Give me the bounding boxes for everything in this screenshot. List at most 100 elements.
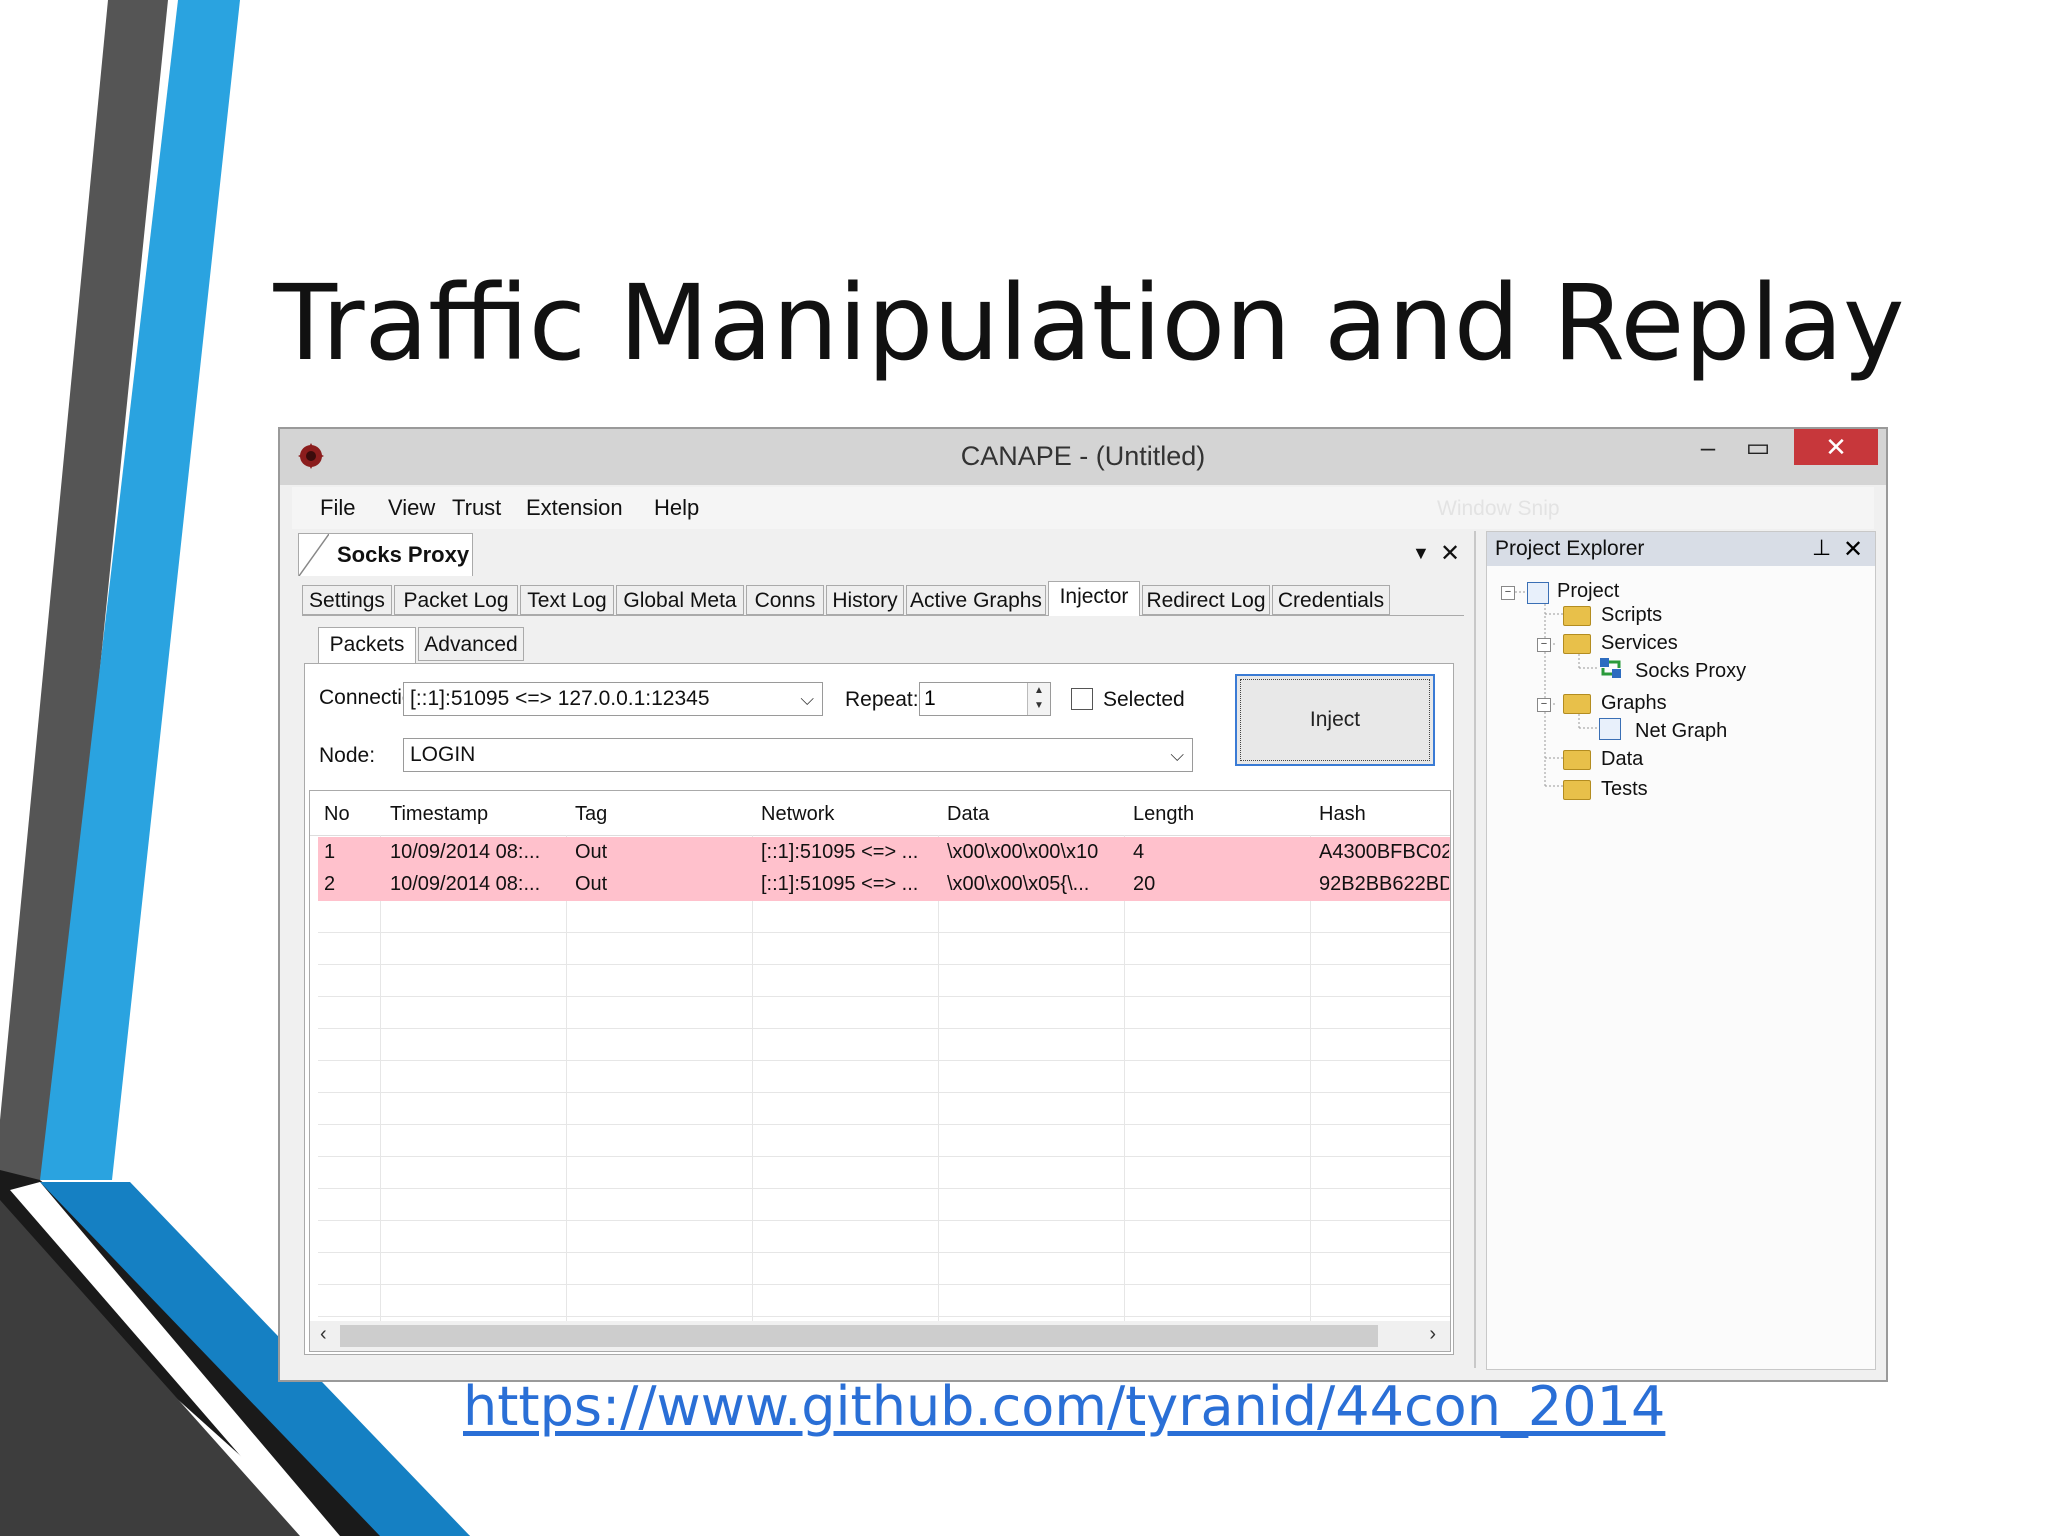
repeat-stepper[interactable]: 1 ▲ ▼ [919,682,1051,716]
empty-row [318,1285,1450,1317]
slide-title: Traffic Manipulation and Replay [273,262,1905,384]
cell-data: \x00\x00\x05{\... [947,873,1090,895]
scrollbar-thumb[interactable] [340,1325,1378,1347]
tab-redirect-log[interactable]: Redirect Log [1142,585,1270,615]
collapse-services-icon[interactable]: − [1537,638,1551,652]
empty-row [318,997,1450,1029]
chevron-down-icon: ⌵ [800,689,814,709]
node-select[interactable]: LOGIN ⌵ [403,738,1193,772]
open-folder-icon [1563,634,1591,654]
menu-bar: File View Trust Extension Help Window Sn… [292,487,1874,529]
table-row[interactable]: 1 10/09/2014 08:... Out [::1]:51095 <=> … [318,837,1450,869]
folder-icon [1563,780,1591,800]
tree-item-socks-proxy[interactable]: Socks Proxy [1635,660,1746,683]
repeat-value: 1 [924,687,936,710]
cell-hash: A4300BFBC02 [1319,841,1449,863]
column-header-hash[interactable]: Hash [1319,803,1366,826]
document-tabstrip: Settings Packet Log Text Log Global Meta… [302,581,1464,616]
pin-icon[interactable]: ⊥ [1812,535,1831,561]
cell-timestamp: 10/09/2014 08:... [390,841,541,863]
subtab-advanced[interactable]: Advanced [418,627,524,661]
tree-item-graphs[interactable]: Graphs [1601,692,1667,715]
connection-select[interactable]: [::1]:51095 <=> 127.0.0.1:12345 ⌵ [403,682,823,716]
cell-tag: Out [575,841,608,863]
stepper-arrows-icon[interactable]: ▲ ▼ [1027,683,1050,715]
scroll-left-icon[interactable]: ‹ [320,1323,327,1346]
menu-view[interactable]: View [388,495,435,521]
github-link[interactable]: https://www.github.com/tyranid/44con_201… [463,1375,1665,1438]
tree-item-net-graph[interactable]: Net Graph [1635,720,1727,743]
tab-global-meta[interactable]: Global Meta [616,585,744,615]
socks-proxy-document-tab[interactable]: Socks Proxy [298,533,473,576]
cell-tag: Out [575,873,608,895]
tab-credentials[interactable]: Credentials [1272,585,1390,615]
empty-row [318,1029,1450,1061]
node-label: Node: [319,744,376,767]
inject-button[interactable]: Inject [1235,674,1435,766]
column-header-timestamp[interactable]: Timestamp [390,803,488,826]
pane-dropdown-icon[interactable]: ▼ [1412,543,1430,564]
node-value: LOGIN [410,743,476,766]
socks-proxy-icon [1600,658,1621,678]
tab-packet-log[interactable]: Packet Log [394,585,518,615]
cell-network: [::1]:51095 <=> ... [761,841,919,863]
maximize-button[interactable]: ▭ [1730,429,1786,465]
collapse-project-icon[interactable]: − [1501,586,1515,600]
selected-checkbox[interactable] [1071,688,1093,710]
tree-item-services[interactable]: Services [1601,632,1678,655]
title-bar: CANAPE - (Untitled) – ▭ ✕ [280,429,1886,485]
empty-row [318,1221,1450,1253]
cell-network: [::1]:51095 <=> ... [761,873,919,895]
grid-header: No Timestamp Tag Network Data Length Has… [310,791,1450,836]
open-folder-icon [1563,694,1591,714]
close-icon[interactable]: ✕ [1843,535,1863,564]
tab-text-log[interactable]: Text Log [520,585,614,615]
menu-trust[interactable]: Trust [452,495,501,521]
menu-extension[interactable]: Extension [526,495,623,521]
empty-row [318,901,1450,933]
cell-timestamp: 10/09/2014 08:... [390,873,541,895]
tree-item-project[interactable]: Project [1557,580,1619,603]
table-row[interactable]: 2 10/09/2014 08:... Out [::1]:51095 <=> … [318,869,1450,901]
project-explorer-title: Project Explorer [1495,537,1645,560]
subtab-packets[interactable]: Packets [318,627,416,664]
tab-history[interactable]: History [826,585,904,615]
close-window-button[interactable]: ✕ [1794,429,1878,465]
tree-item-tests[interactable]: Tests [1601,778,1648,801]
scroll-right-icon[interactable]: › [1429,1323,1436,1346]
packets-subpanel: Connection: [::1]:51095 <=> 127.0.0.1:12… [304,663,1454,1355]
tab-injector[interactable]: Injector [1048,581,1140,616]
tree-item-data[interactable]: Data [1601,748,1643,771]
empty-row [318,1093,1450,1125]
document-tab-label: Socks Proxy [337,542,470,567]
selected-label: Selected [1103,688,1185,711]
empty-row [318,1189,1450,1221]
project-explorer-header: Project Explorer ⊥ ✕ [1487,532,1875,566]
tab-conns[interactable]: Conns [746,585,824,615]
pane-close-icon[interactable]: ✕ [1440,539,1460,568]
cell-no: 2 [324,873,336,895]
connection-value: [::1]:51095 <=> 127.0.0.1:12345 [410,687,710,710]
folder-icon [1563,606,1591,626]
folder-icon [1563,750,1591,770]
column-header-length[interactable]: Length [1133,803,1194,826]
menu-file[interactable]: File [320,495,355,521]
menu-help[interactable]: Help [654,495,699,521]
column-header-network[interactable]: Network [761,803,834,826]
tab-active-graphs[interactable]: Active Graphs [906,585,1046,615]
horizontal-scrollbar[interactable]: ‹ › [310,1321,1450,1351]
tab-settings[interactable]: Settings [302,585,392,615]
column-header-tag[interactable]: Tag [575,803,607,826]
project-icon [1527,582,1549,604]
window-title: CANAPE - (Untitled) [960,441,1206,471]
minimize-button[interactable]: – [1680,429,1736,465]
collapse-graphs-icon[interactable]: − [1537,698,1551,712]
cell-no: 1 [324,841,336,863]
column-header-no[interactable]: No [324,803,350,826]
empty-row [318,1253,1450,1285]
tree-item-scripts[interactable]: Scripts [1601,604,1662,627]
project-explorer-pane: Project Explorer ⊥ ✕ − Project Scripts −… [1486,531,1876,1370]
empty-row [318,965,1450,997]
column-header-data[interactable]: Data [947,803,989,826]
empty-row [318,1157,1450,1189]
